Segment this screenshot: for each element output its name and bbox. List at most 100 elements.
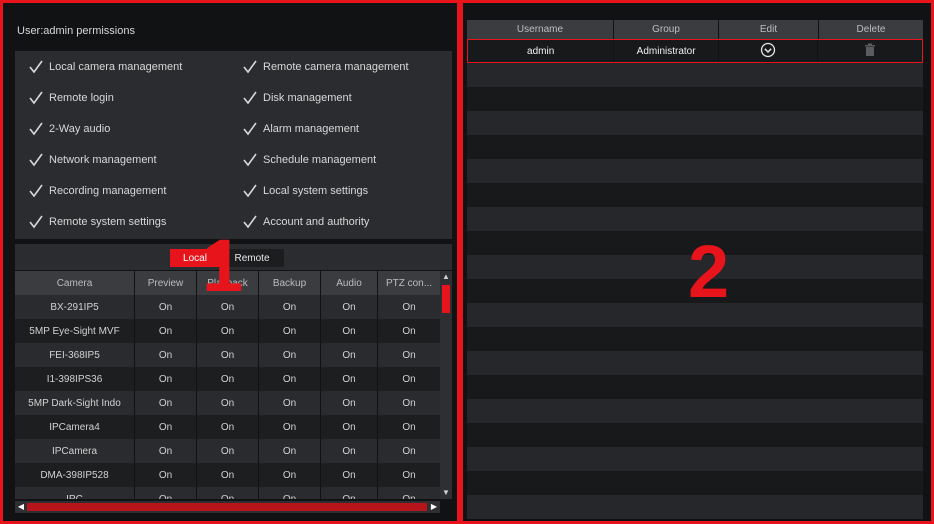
playback-cell[interactable]: On: [197, 391, 259, 415]
perm-label: Alarm management: [263, 123, 359, 135]
table-row[interactable]: 5MP Dark-Sight Indo On On On On On: [15, 391, 440, 415]
table-row[interactable]: I1-398IPS36 On On On On On: [15, 367, 440, 391]
scroll-left-icon[interactable]: ◀: [15, 501, 27, 513]
ptz-cell[interactable]: On: [378, 343, 440, 367]
perm-remote-system-settings[interactable]: Remote system settings: [29, 214, 166, 230]
perm-2-way-audio[interactable]: 2-Way audio: [29, 121, 110, 137]
perm-remote-camera-management[interactable]: Remote camera management: [243, 59, 409, 75]
ptz-cell[interactable]: On: [378, 487, 440, 500]
audio-cell[interactable]: On: [321, 439, 378, 463]
audio-cell[interactable]: On: [321, 391, 378, 415]
empty-row: [467, 399, 923, 423]
perm-local-system-settings[interactable]: Local system settings: [243, 183, 368, 199]
table-row[interactable]: IPC On On On On On: [15, 487, 440, 499]
preview-cell[interactable]: On: [135, 439, 197, 463]
perm-alarm-management[interactable]: Alarm management: [243, 121, 359, 137]
table-body: BX-291IP5 On On On On On 5MP Eye-Sight MVF On On…: [15, 295, 440, 499]
username-cell: admin: [468, 40, 615, 62]
preview-cell[interactable]: On: [135, 367, 197, 391]
backup-cell[interactable]: On: [259, 295, 321, 319]
column-header-camera[interactable]: Camera: [15, 271, 135, 295]
check-icon: [243, 91, 257, 105]
scrollbar-thumb[interactable]: [442, 285, 450, 313]
table-row[interactable]: DMA-398IP528 On On On On On: [15, 463, 440, 487]
ptz-cell[interactable]: On: [378, 391, 440, 415]
table-row[interactable]: 5MP Eye-Sight MVF On On On On On: [15, 319, 440, 343]
edit-button[interactable]: [719, 40, 819, 62]
ptz-cell[interactable]: On: [378, 319, 440, 343]
preview-cell[interactable]: On: [135, 391, 197, 415]
backup-cell[interactable]: On: [259, 319, 321, 343]
check-icon: [29, 184, 43, 198]
perm-label: Remote login: [49, 92, 114, 104]
audio-cell[interactable]: On: [321, 319, 378, 343]
perm-account-and-authority[interactable]: Account and authority: [243, 214, 369, 230]
perm-disk-management[interactable]: Disk management: [243, 90, 352, 106]
horizontal-scrollbar[interactable]: ◀ ▶: [15, 501, 440, 513]
ptz-cell[interactable]: On: [378, 295, 440, 319]
column-header-backup[interactable]: Backup: [259, 271, 321, 295]
backup-cell[interactable]: On: [259, 463, 321, 487]
column-header-username[interactable]: Username: [467, 20, 614, 39]
playback-cell[interactable]: On: [197, 439, 259, 463]
camera-name-cell: FEI-368IP5: [15, 343, 135, 367]
perm-label: Disk management: [263, 92, 352, 104]
preview-cell[interactable]: On: [135, 463, 197, 487]
trash-icon[interactable]: [864, 43, 876, 60]
audio-cell[interactable]: On: [321, 415, 378, 439]
audio-cell[interactable]: On: [321, 343, 378, 367]
ptz-cell[interactable]: On: [378, 463, 440, 487]
audio-cell[interactable]: On: [321, 367, 378, 391]
perm-network-management[interactable]: Network management: [29, 152, 157, 168]
preview-cell[interactable]: On: [135, 319, 197, 343]
permissions-list: Local camera management Remote login 2-W…: [15, 51, 452, 239]
audio-cell[interactable]: On: [321, 295, 378, 319]
perm-recording-management[interactable]: Recording management: [29, 183, 166, 199]
perm-local-camera-management[interactable]: Local camera management: [29, 59, 182, 75]
ptz-cell[interactable]: On: [378, 439, 440, 463]
user-row-admin[interactable]: admin Administrator: [467, 39, 923, 63]
column-header-group[interactable]: Group: [614, 20, 719, 39]
vertical-scrollbar[interactable]: ▲ ▼: [440, 271, 452, 499]
camera-name-cell: IPC: [15, 487, 135, 499]
scroll-right-icon[interactable]: ▶: [428, 501, 440, 513]
backup-cell[interactable]: On: [259, 487, 321, 499]
audio-cell[interactable]: On: [321, 463, 378, 487]
check-icon: [29, 91, 43, 105]
playback-cell[interactable]: On: [197, 487, 259, 499]
ptz-cell[interactable]: On: [378, 367, 440, 391]
column-header-audio[interactable]: Audio: [321, 271, 378, 295]
playback-cell[interactable]: On: [197, 367, 259, 391]
preview-cell[interactable]: On: [135, 295, 197, 319]
playback-cell[interactable]: On: [197, 343, 259, 367]
perm-label: Schedule management: [263, 154, 377, 166]
perm-schedule-management[interactable]: Schedule management: [243, 152, 376, 168]
backup-cell[interactable]: On: [259, 415, 321, 439]
backup-cell[interactable]: On: [259, 343, 321, 367]
empty-row: [467, 351, 923, 375]
backup-cell[interactable]: On: [259, 391, 321, 415]
backup-cell[interactable]: On: [259, 367, 321, 391]
audio-cell[interactable]: On: [321, 487, 378, 499]
playback-cell[interactable]: On: [197, 463, 259, 487]
table-row[interactable]: IPCamera On On On On On: [15, 439, 440, 463]
preview-cell[interactable]: On: [135, 415, 197, 439]
delete-button[interactable]: [818, 40, 922, 62]
scroll-down-icon[interactable]: ▼: [440, 487, 452, 499]
scroll-up-icon[interactable]: ▲: [440, 271, 452, 283]
column-header-ptz[interactable]: PTZ con...: [378, 271, 440, 295]
playback-cell[interactable]: On: [197, 415, 259, 439]
perm-label: Remote system settings: [49, 216, 167, 228]
playback-cell[interactable]: On: [197, 319, 259, 343]
backup-cell[interactable]: On: [259, 439, 321, 463]
preview-cell[interactable]: On: [135, 487, 197, 499]
edit-icon[interactable]: [760, 42, 776, 61]
table-row[interactable]: FEI-368IP5 On On On On On: [15, 343, 440, 367]
ptz-cell[interactable]: On: [378, 415, 440, 439]
table-row[interactable]: IPCamera4 On On On On On: [15, 415, 440, 439]
perm-remote-login[interactable]: Remote login: [29, 90, 114, 106]
preview-cell[interactable]: On: [135, 343, 197, 367]
column-header-preview[interactable]: Preview: [135, 271, 197, 295]
scrollbar-thumb[interactable]: [27, 503, 427, 511]
empty-row: [467, 63, 923, 87]
